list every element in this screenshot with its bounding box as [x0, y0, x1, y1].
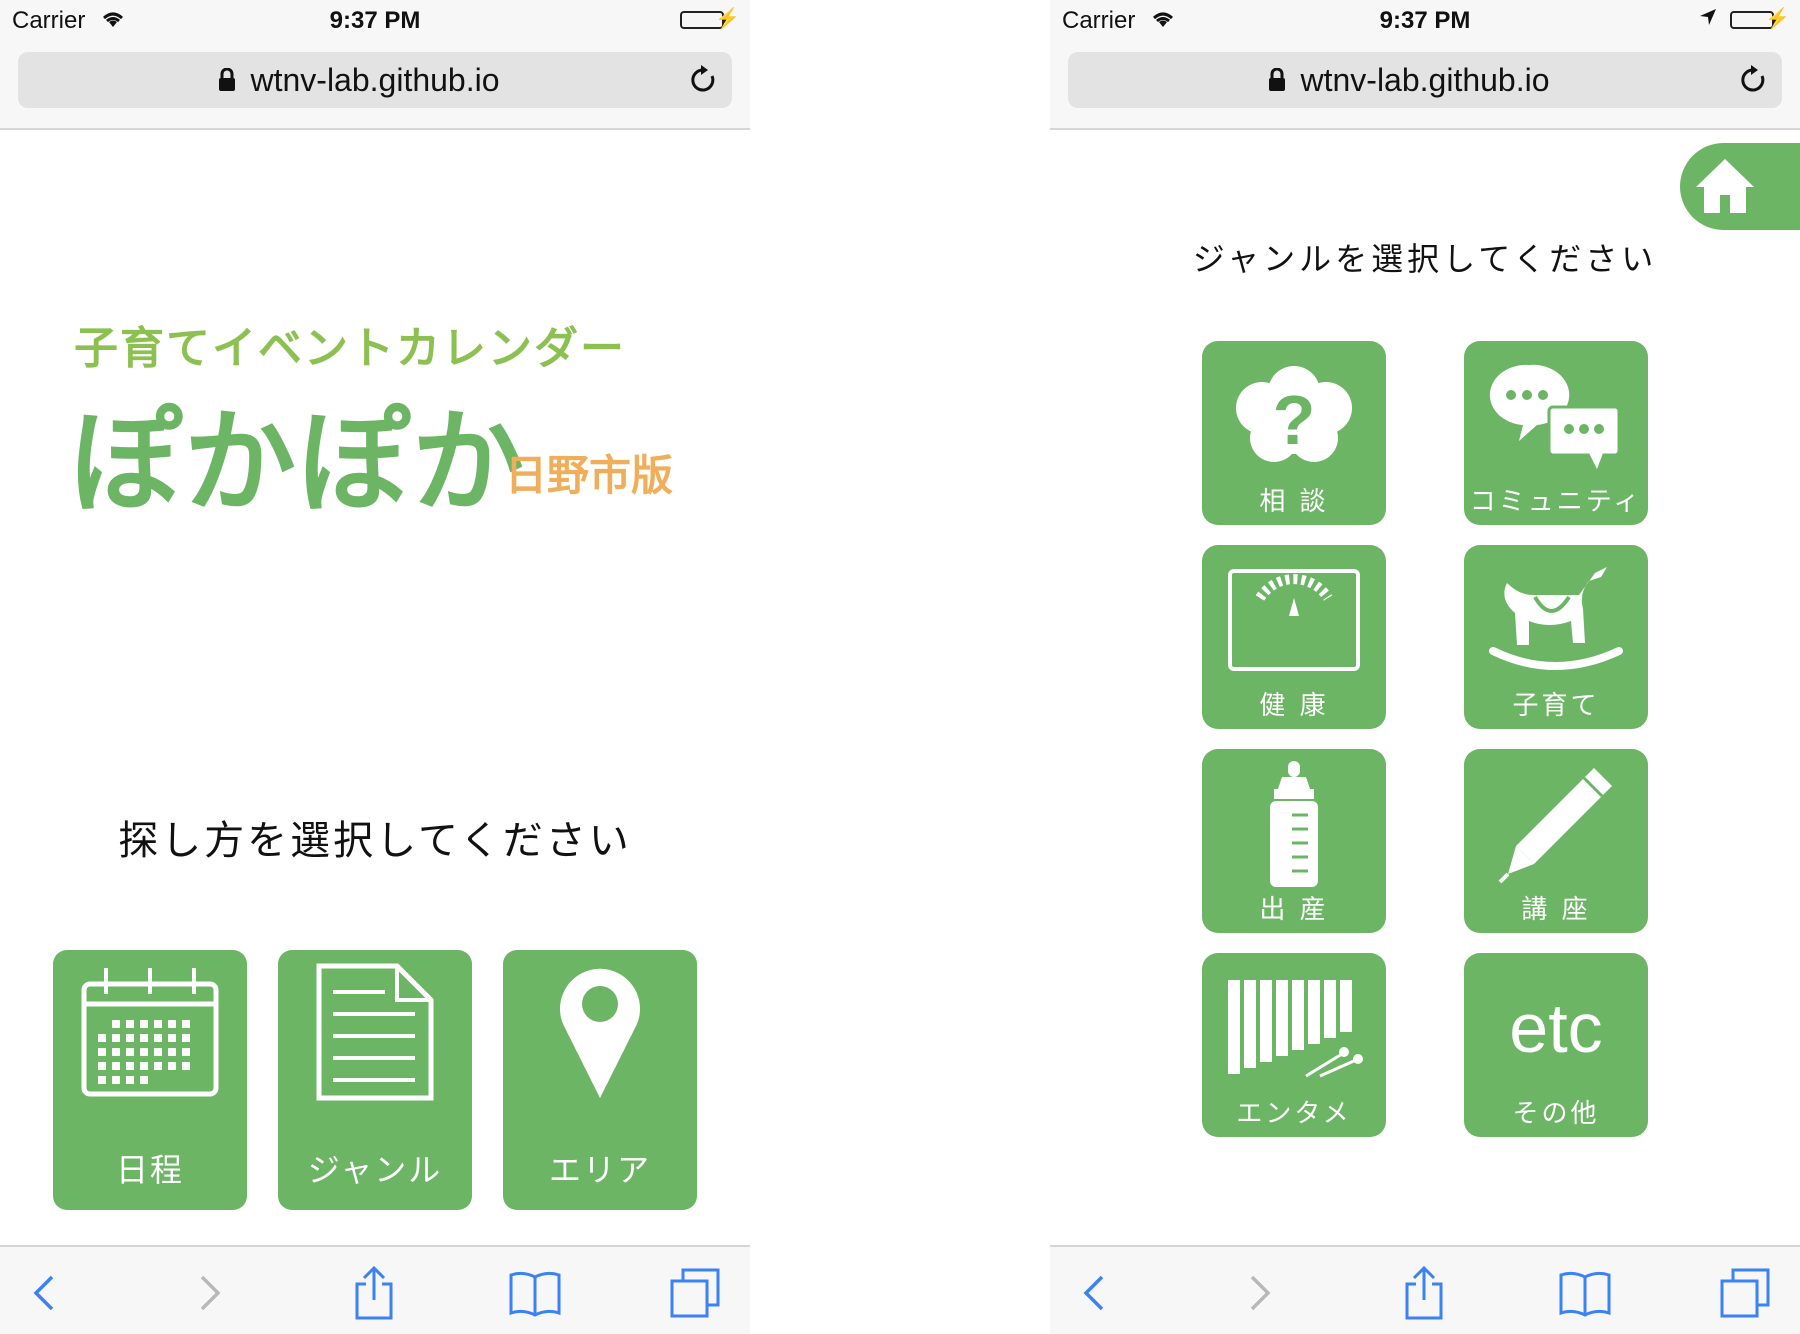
xylophone-icon	[1202, 963, 1386, 1093]
genre-childbirth-button[interactable]: 出 産	[1202, 749, 1386, 933]
address-bar[interactable]: wtnv-lab.github.io	[1068, 52, 1782, 108]
bookmarks-icon[interactable]	[505, 1265, 565, 1321]
area-button[interactable]: エリア	[503, 950, 697, 1210]
clock: 9:37 PM	[1379, 7, 1471, 34]
phone-screen-right: Carrier 9:37 PM ⚡ wtnv-lab.github.io ジャン…	[1050, 0, 1800, 1334]
bookmarks-icon[interactable]	[1555, 1265, 1615, 1321]
svg-text:?: ?	[1273, 381, 1316, 459]
url-text: wtnv-lab.github.io	[1300, 62, 1550, 98]
genre-other-button[interactable]: etc その他	[1464, 953, 1648, 1137]
area-button-label: エリア	[548, 1151, 651, 1189]
genre-button[interactable]: ジャンル	[278, 950, 472, 1210]
charging-icon: ⚡	[715, 8, 740, 30]
question-cloud-icon: ?	[1202, 351, 1386, 481]
app-logo: ぽかぽか	[70, 398, 526, 528]
tabs-icon[interactable]	[665, 1265, 725, 1321]
home-icon	[1692, 153, 1758, 223]
back-arrow-icon[interactable]	[1064, 1265, 1124, 1321]
baby-bottle-icon	[1202, 759, 1386, 889]
genre-label: その他	[1512, 1099, 1600, 1129]
scale-icon	[1202, 555, 1386, 685]
genre-label: コミュニティ	[1469, 487, 1643, 517]
genre-button-label: ジャンル	[307, 1151, 443, 1189]
genre-lecture-button[interactable]: 講 座	[1464, 749, 1648, 933]
genre-label: 講 座	[1521, 895, 1591, 925]
home-button[interactable]	[1680, 143, 1800, 230]
genre-label: 相 談	[1259, 487, 1329, 517]
calendar-icon	[53, 962, 247, 1112]
genre-label: 子育て	[1512, 691, 1600, 721]
etc-icon: etc	[1464, 963, 1648, 1093]
address-bar-area: wtnv-lab.github.io	[0, 40, 750, 130]
chat-bubbles-icon	[1464, 351, 1648, 481]
forward-arrow-icon[interactable]	[180, 1265, 240, 1321]
genre-label: 健 康	[1259, 691, 1329, 721]
reload-icon[interactable]	[1738, 64, 1768, 100]
address-bar[interactable]: wtnv-lab.github.io	[18, 52, 732, 108]
status-bar: Carrier 9:37 PM ⚡	[1050, 0, 1800, 40]
map-pin-icon	[503, 962, 697, 1112]
tabs-icon[interactable]	[1715, 1265, 1775, 1321]
back-arrow-icon[interactable]	[14, 1265, 74, 1321]
schedule-button-label: 日程	[115, 1151, 184, 1189]
genre-entertainment-button[interactable]: エンタメ	[1202, 953, 1386, 1137]
pencil-icon	[1464, 759, 1648, 889]
url-text: wtnv-lab.github.io	[250, 62, 500, 98]
share-icon[interactable]	[1394, 1265, 1454, 1321]
schedule-button[interactable]: 日程	[53, 950, 247, 1210]
document-icon	[278, 962, 472, 1112]
genre-label: 出 産	[1259, 895, 1329, 925]
charging-icon: ⚡	[1765, 8, 1790, 30]
genre-consultation-button[interactable]: ? 相 談	[1202, 341, 1386, 525]
genre-label: エンタメ	[1236, 1099, 1352, 1129]
app-subtitle: 子育てイベントカレンダー	[74, 323, 626, 374]
clock: 9:37 PM	[329, 7, 421, 34]
genre-childcare-button[interactable]: 子育て	[1464, 545, 1648, 729]
location-arrow-icon	[1698, 6, 1718, 34]
share-icon[interactable]	[344, 1265, 404, 1321]
genre-community-button[interactable]: コミュニティ	[1464, 341, 1648, 525]
genre-prompt: ジャンルを選択してください	[1192, 240, 1658, 278]
forward-arrow-icon[interactable]	[1230, 1265, 1290, 1321]
search-method-prompt: 探し方を選択してください	[118, 818, 632, 864]
browser-toolbar	[0, 1245, 750, 1334]
rocking-horse-icon	[1464, 555, 1648, 685]
phone-screen-left: Carrier 9:37 PM ⚡ wtnv-lab.github.io 子育て…	[0, 0, 750, 1334]
status-bar: Carrier 9:37 PM ⚡	[0, 0, 750, 40]
reload-icon[interactable]	[688, 64, 718, 100]
address-bar-area: wtnv-lab.github.io	[1050, 40, 1800, 130]
edition-label: 日野市版	[505, 451, 674, 500]
etc-icon-text: etc	[1509, 989, 1603, 1067]
genre-health-button[interactable]: 健 康	[1202, 545, 1386, 729]
browser-toolbar	[1050, 1245, 1800, 1334]
